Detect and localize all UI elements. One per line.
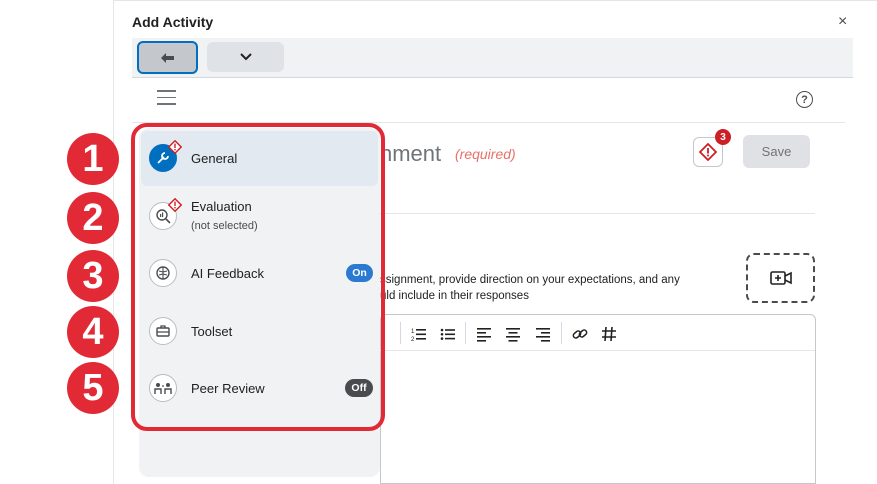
callout-number-1: 1 [67,133,119,185]
required-label: (required) [455,146,516,162]
annotation-highlight-frame [131,123,385,431]
instructions-line-2: uld include in their responses [380,290,529,302]
align-left-icon[interactable] [476,326,492,342]
callout-number-3: 3 [67,250,119,302]
callout-number-4: 4 [67,306,119,358]
dialog-left-border [113,0,114,484]
toolbar-separator [400,322,401,344]
instructions-text: ssignment, provide direction on your exp… [380,272,730,304]
toolbar-separator [465,322,466,344]
numbered-list-icon[interactable]: 1 2 [411,326,427,342]
alert-count-badge: 3 [715,129,731,145]
bullet-list-icon[interactable] [440,326,456,342]
chevron-down-icon [239,53,252,61]
close-icon[interactable]: × [838,13,847,31]
link-icon[interactable] [572,326,588,342]
svg-text:2: 2 [411,337,415,342]
callout-number-5: 5 [67,362,119,414]
add-video-icon [769,271,792,285]
instructions-line-1: ssignment, provide direction on your exp… [380,274,680,286]
warning-diamond-icon [699,143,717,161]
page-title: nment [380,141,442,166]
back-button[interactable] [137,41,198,74]
dialog-top-border [113,0,877,1]
svg-text:1: 1 [411,329,415,335]
options-dropdown-button[interactable] [207,42,284,72]
save-button[interactable]: Save [743,135,810,168]
dialog-title: Add Activity [132,14,214,30]
align-center-icon[interactable] [505,326,521,342]
table-grid-icon[interactable] [601,326,617,342]
arrow-left-icon [160,52,174,63]
section-divider [380,213,815,214]
callout-number-2: 2 [67,192,119,244]
help-icon[interactable]: ? [796,91,813,108]
menu-icon[interactable] [157,90,176,107]
insert-media-button[interactable] [746,253,815,303]
align-right-icon[interactable] [535,326,551,342]
toolbar-separator [561,322,562,344]
